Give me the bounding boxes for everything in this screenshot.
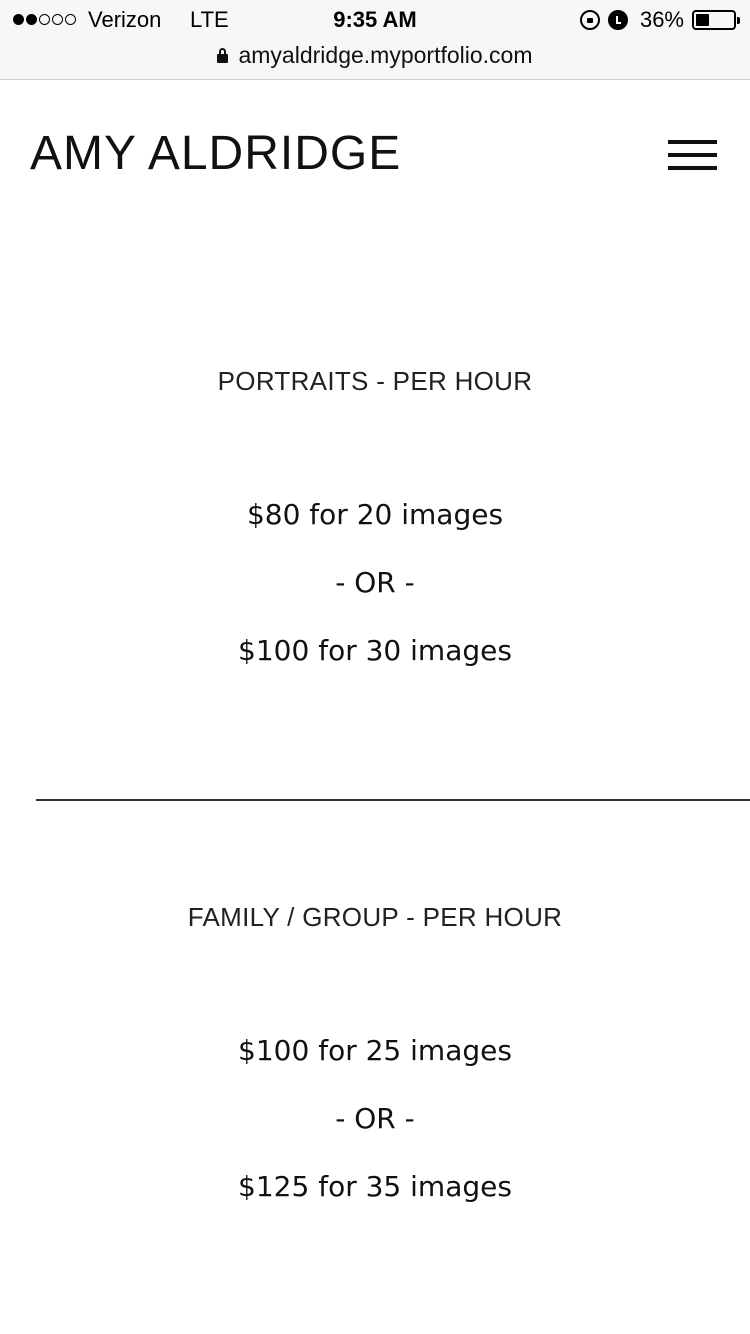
portraits-heading: PORTRAITS - PER HOUR xyxy=(217,366,533,396)
family-group-option-1: $100 for 25 images xyxy=(238,1034,512,1067)
url-text[interactable]: amyaldridge.myportfolio.com xyxy=(238,42,532,69)
site-title[interactable]: AMY ALDRIDGE xyxy=(30,126,401,181)
battery-fill xyxy=(696,14,709,26)
rotation-lock-icon xyxy=(579,10,600,30)
section-divider xyxy=(36,799,750,801)
alarm-icon xyxy=(607,10,628,30)
family-group-heading: FAMILY / GROUP - PER HOUR xyxy=(187,902,563,932)
status-right-group: 36% xyxy=(579,7,740,33)
portraits-option-1: $80 for 20 images xyxy=(246,498,504,531)
portraits-or-separator: - OR - xyxy=(335,566,415,599)
browser-chrome: Verizon LTE 9:35 AM 36% amyaldridge.mypo… xyxy=(0,0,750,80)
battery-icon xyxy=(692,10,740,30)
status-bar: Verizon LTE 9:35 AM 36% xyxy=(0,0,750,40)
hamburger-menu-icon[interactable] xyxy=(668,138,717,172)
family-group-option-2: $125 for 35 images xyxy=(238,1170,512,1203)
battery-percent: 36% xyxy=(639,7,684,32)
address-bar[interactable]: amyaldridge.myportfolio.com xyxy=(0,40,750,70)
lock-icon xyxy=(217,47,229,63)
family-group-or-separator: - OR - xyxy=(335,1102,415,1135)
portraits-option-2: $100 for 30 images xyxy=(238,634,512,667)
